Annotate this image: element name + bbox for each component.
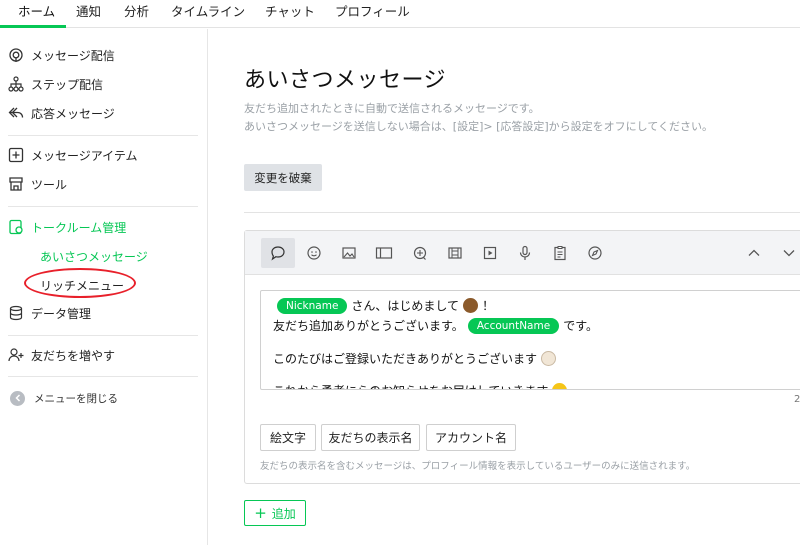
chat-settings-icon <box>8 219 24 235</box>
page-description: あいさつメッセージを送信しない場合は、[設定]> [応答設定]から設定をオフにし… <box>244 120 713 133</box>
image-icon[interactable] <box>332 238 366 268</box>
close-menu-button[interactable]: メニューを閉じる <box>10 387 118 409</box>
sidebar-item-data[interactable]: データ管理 <box>8 302 91 324</box>
sidebar-item-label: メッセージ配信 <box>31 48 115 63</box>
chevron-up-icon[interactable] <box>737 238 771 268</box>
character-counter: 2 <box>794 394 800 405</box>
tab-timeline[interactable]: タイムライン <box>171 0 245 28</box>
discard-changes-button[interactable]: 変更を破棄 <box>244 164 322 191</box>
page-description: 友だち追加されたときに自動で送信されるメッセージです。 <box>244 102 540 115</box>
add-user-icon <box>8 347 24 363</box>
rich-message-icon[interactable] <box>438 238 472 268</box>
top-nav: ホーム 通知 分析 タイムライン チャット プロフィール <box>0 0 800 28</box>
bear-emoji-icon <box>463 298 479 313</box>
video-icon[interactable] <box>473 238 507 268</box>
sidebar-divider <box>8 135 198 136</box>
message-text: このたびはご登録いただきありがとうございます <box>273 352 538 366</box>
broadcast-icon <box>8 47 24 63</box>
sidebar-item-label: 友だちを増やす <box>31 348 116 363</box>
coupon-icon[interactable] <box>403 238 437 268</box>
helper-note: 友だちの表示名を含むメッセージは、プロフィール情報を表示しているユーザーのみに送… <box>260 461 696 472</box>
tab-notifications[interactable]: 通知 <box>76 0 101 28</box>
add-button-label: 追加 <box>271 506 296 521</box>
insert-friend-name-button[interactable]: 友だちの表示名 <box>321 424 420 451</box>
chevron-down-icon[interactable] <box>772 238 800 268</box>
tab-chat[interactable]: チャット <box>265 0 315 28</box>
insert-emoji-button[interactable]: 絵文字 <box>260 424 316 451</box>
sidebar-item-tools[interactable]: ツール <box>8 173 67 195</box>
sidebar-item-label: 応答メッセージ <box>31 106 115 121</box>
microphone-icon[interactable] <box>508 238 542 268</box>
tab-analytics[interactable]: 分析 <box>124 0 149 28</box>
message-text: ！ <box>482 299 495 313</box>
sidebar-item-talkroom[interactable]: トークルーム管理 <box>8 216 126 238</box>
nickname-tag: Nickname <box>277 297 348 314</box>
survey-icon[interactable] <box>543 238 577 268</box>
hierarchy-icon <box>8 76 24 92</box>
text-message-icon[interactable] <box>261 238 295 268</box>
sidebar-item-label: トークルーム管理 <box>31 220 127 235</box>
highlight-oval <box>24 268 136 298</box>
sidebar-item-label: データ管理 <box>31 306 92 321</box>
sidebar-divider <box>8 206 198 207</box>
plus-icon: + <box>254 503 267 522</box>
plus-square-icon <box>8 147 24 163</box>
smile-emoji-icon <box>552 383 568 389</box>
main-divider <box>244 212 800 213</box>
message-text: 友だち追加ありがとうございます。 <box>273 319 464 333</box>
sidebar-item-reply[interactable]: 応答メッセージ <box>8 102 115 124</box>
active-tab-indicator <box>0 25 66 28</box>
sidebar-subitem-greeting[interactable]: あいさつメッセージ <box>40 248 148 265</box>
shop-icon <box>8 176 24 192</box>
sticker-icon[interactable] <box>297 238 331 268</box>
sidebar-divider <box>8 376 198 377</box>
sidebar-item-step[interactable]: ステップ配信 <box>8 73 103 95</box>
bunny-emoji-icon <box>541 351 557 366</box>
message-line: これから勇者にらのお知らせをお届けしていきます <box>273 382 568 389</box>
message-line: このたびはご登録いただきありがとうございます <box>273 350 557 367</box>
insert-account-name-button[interactable]: アカウント名 <box>426 424 516 451</box>
chevron-left-icon <box>10 390 25 406</box>
card-icon[interactable] <box>367 238 401 268</box>
sidebar-item-add-friends[interactable]: 友だちを増やす <box>8 344 115 366</box>
add-button[interactable]: + 追加 <box>244 500 306 526</box>
message-textarea[interactable]: Nickname さん、はじめまして ！ 友だち追加ありがとうございます。 Ac… <box>260 290 800 390</box>
message-line: Nickname さん、はじめまして ！ <box>273 297 494 314</box>
message-text: これから勇者にらのお知らせをお届けしていきます <box>273 382 548 389</box>
sidebar-divider <box>8 335 198 336</box>
sidebar-item-message-item[interactable]: メッセージアイテム <box>8 144 138 166</box>
sidebar-item-label: ステップ配信 <box>31 77 104 92</box>
sidebar-item-broadcast[interactable]: メッセージ配信 <box>8 44 115 66</box>
message-line: 友だち追加ありがとうございます。 AccountName です。 <box>273 317 598 334</box>
reply-icon <box>8 105 24 121</box>
compass-icon[interactable] <box>578 238 612 268</box>
close-menu-label: メニューを閉じる <box>34 392 118 405</box>
database-icon <box>8 305 24 321</box>
sidebar-item-label: ツール <box>31 177 68 192</box>
message-text: です。 <box>563 319 598 333</box>
tab-profile[interactable]: プロフィール <box>335 0 410 28</box>
sidebar-item-label: メッセージアイテム <box>31 148 138 163</box>
account-name-tag: AccountName <box>467 317 560 334</box>
tab-home[interactable]: ホーム <box>18 0 55 28</box>
page-title: あいさつメッセージ <box>244 68 447 93</box>
message-text: さん、はじめまして <box>351 299 460 313</box>
